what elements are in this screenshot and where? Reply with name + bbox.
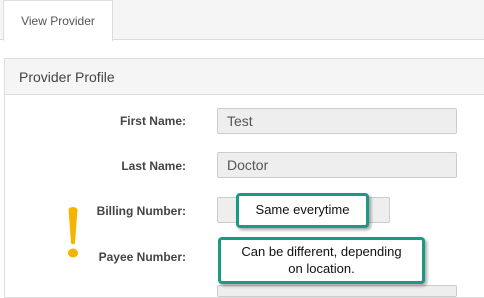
- panel-title: Provider Profile: [5, 59, 484, 95]
- first-name-field[interactable]: Test: [217, 108, 457, 134]
- tab-view-provider[interactable]: View Provider: [3, 0, 113, 41]
- payee-number-field[interactable]: [217, 285, 457, 297]
- last-name-label: Last Name:: [121, 159, 186, 173]
- tab-bar: View Provider: [0, 0, 484, 41]
- first-name-label: First Name:: [119, 114, 186, 128]
- payee-number-label: Payee Number:: [98, 250, 186, 264]
- payee-callout: Can be different, depending on location.: [218, 237, 425, 284]
- billing-number-label: Billing Number:: [96, 204, 186, 218]
- billing-callout: Same everytime: [236, 193, 369, 228]
- last-name-field[interactable]: Doctor: [217, 152, 457, 178]
- exclamation-icon: [68, 207, 78, 258]
